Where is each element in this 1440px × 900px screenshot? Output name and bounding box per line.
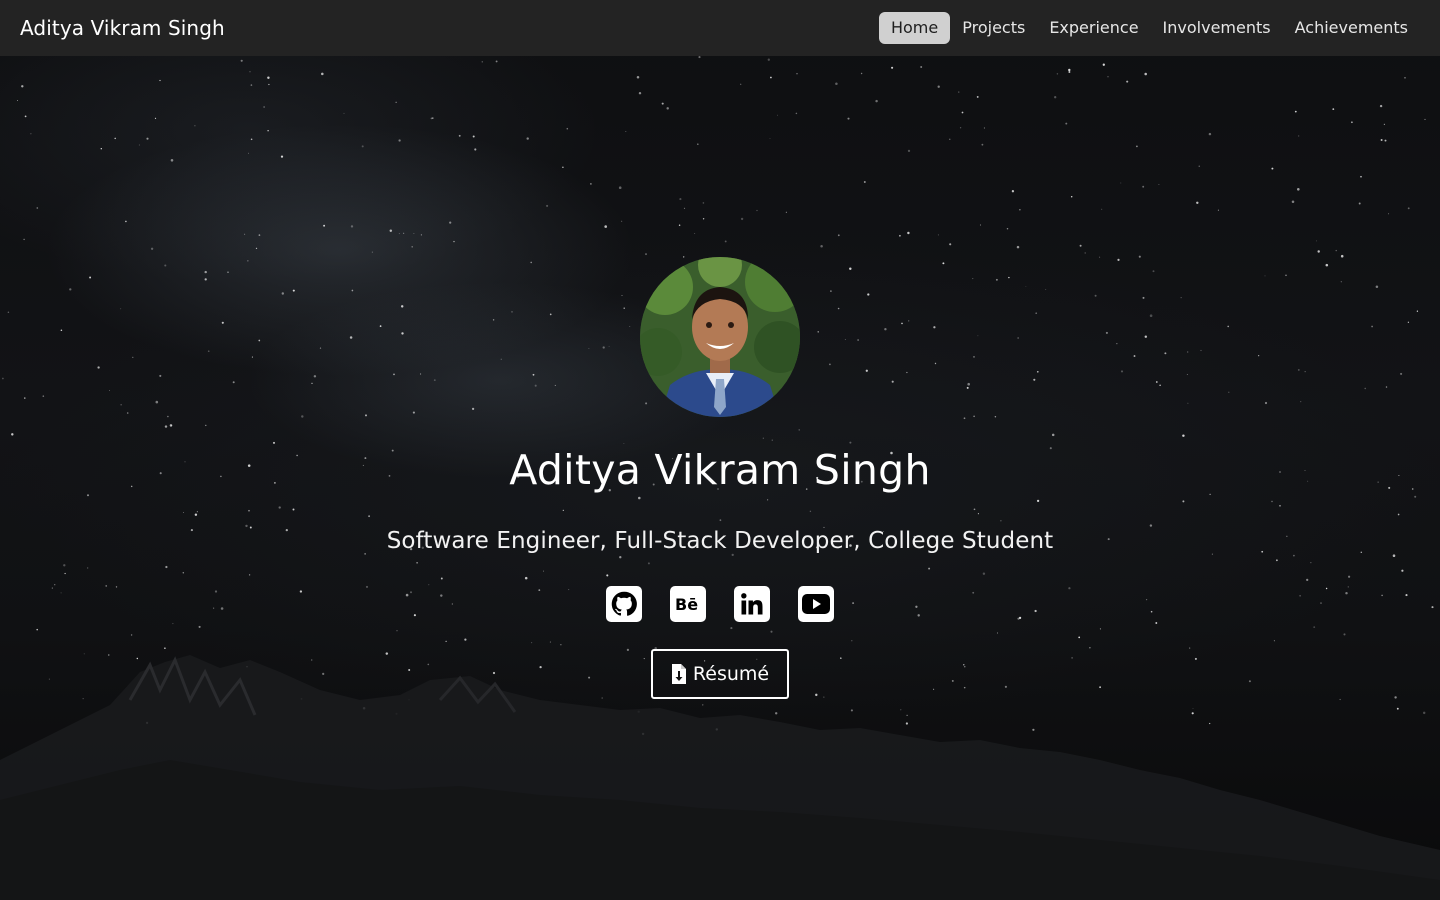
avatar bbox=[640, 257, 800, 417]
hero-name: Aditya Vikram Singh bbox=[509, 446, 931, 494]
nav-link-experience[interactable]: Experience bbox=[1037, 12, 1150, 44]
hero-section: Aditya Vikram Singh Software Engineer, F… bbox=[0, 56, 1440, 900]
brand-name[interactable]: Aditya Vikram Singh bbox=[20, 16, 225, 40]
hero-tagline: Software Engineer, Full-Stack Developer,… bbox=[386, 528, 1054, 554]
youtube-icon[interactable] bbox=[798, 586, 834, 622]
nav-link-achievements[interactable]: Achievements bbox=[1283, 12, 1420, 44]
linkedin-icon[interactable] bbox=[734, 586, 770, 622]
behance-icon[interactable]: Bē bbox=[670, 586, 706, 622]
nav-link-home[interactable]: Home bbox=[878, 12, 951, 44]
navbar: Aditya Vikram Singh Home Projects Experi… bbox=[0, 0, 1440, 56]
profile-photo bbox=[640, 257, 800, 417]
file-download-icon bbox=[671, 664, 686, 684]
resume-button[interactable]: Résumé bbox=[651, 649, 789, 699]
nav-link-projects[interactable]: Projects bbox=[950, 12, 1037, 44]
nav-links: Home Projects Experience Involvements Ac… bbox=[878, 12, 1420, 44]
resume-label: Résumé bbox=[692, 663, 770, 685]
github-icon[interactable] bbox=[606, 586, 642, 622]
svg-text:Bē: Bē bbox=[675, 595, 698, 614]
social-links: Bē bbox=[606, 586, 834, 624]
nav-link-involvements[interactable]: Involvements bbox=[1151, 12, 1283, 44]
